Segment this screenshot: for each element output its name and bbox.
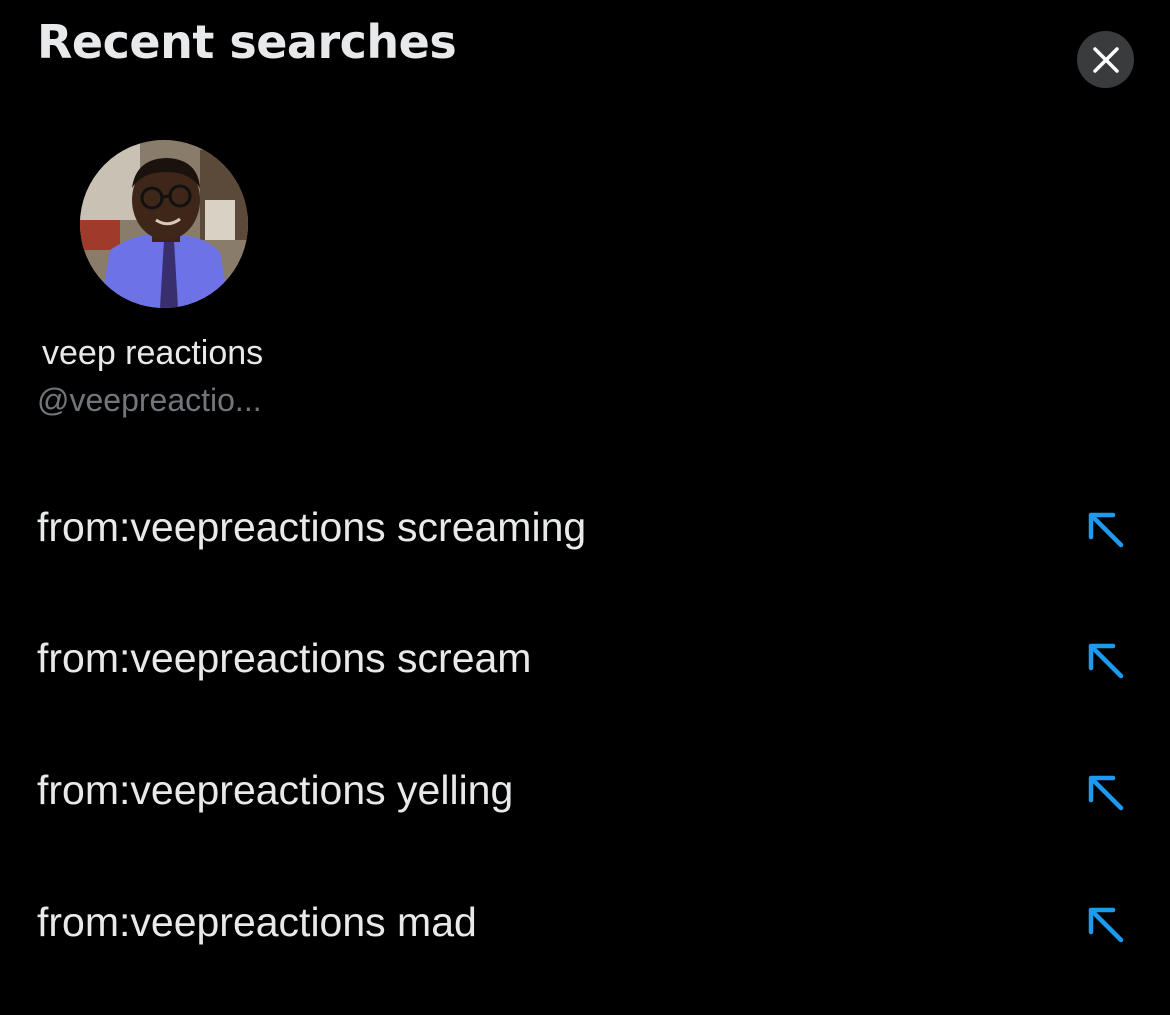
arrow-up-left-icon[interactable]: [1083, 638, 1127, 682]
recent-search-item[interactable]: from:veepreactions mad: [0, 872, 1170, 972]
search-query: from:veepreactions mad: [37, 899, 477, 945]
search-query: from:veepreactions scream: [37, 635, 532, 681]
recent-search-item[interactable]: from:veepreactions yelling: [0, 740, 1170, 840]
recent-search-item[interactable]: from:veepreactions screaming: [0, 477, 1170, 577]
close-icon: [1092, 46, 1119, 73]
close-button[interactable]: [1077, 31, 1134, 88]
avatar: [80, 140, 248, 308]
recent-search-item[interactable]: from:veepreactions scream: [0, 608, 1170, 708]
account-name: veep reactions: [42, 334, 264, 372]
account-handle: @veepreactio...: [37, 382, 262, 418]
page-title: Recent searches: [37, 15, 457, 69]
arrow-up-left-icon[interactable]: [1083, 902, 1127, 946]
search-query: from:veepreactions screaming: [37, 504, 587, 550]
arrow-up-left-icon[interactable]: [1083, 507, 1127, 551]
search-query: from:veepreactions yelling: [37, 767, 514, 813]
arrow-up-left-icon[interactable]: [1083, 770, 1127, 814]
